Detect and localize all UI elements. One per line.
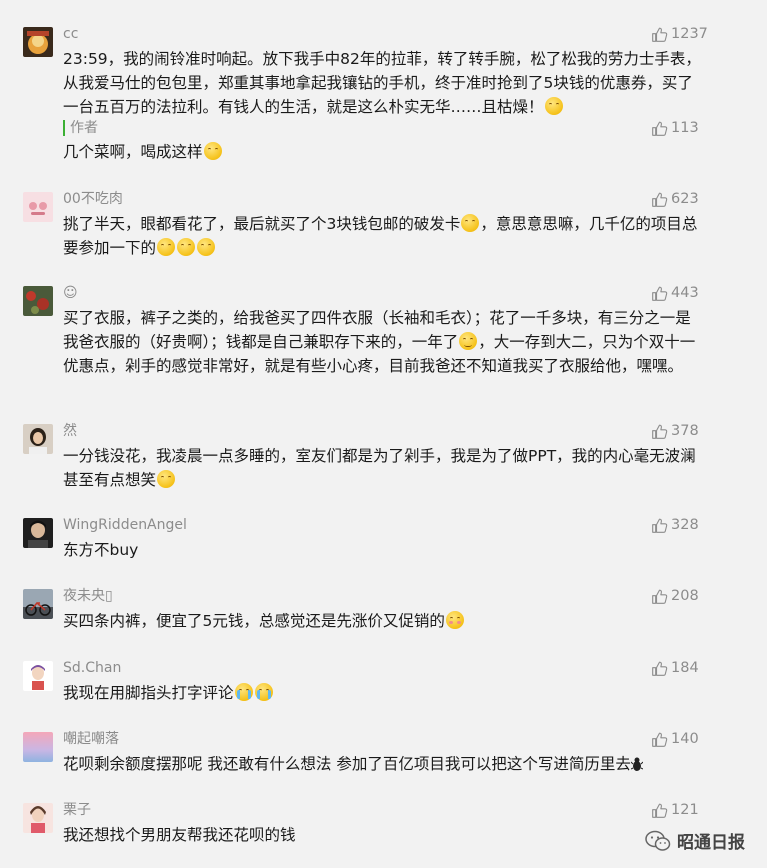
avatar-image <box>23 589 53 619</box>
commenter-name[interactable]: ☺ <box>63 283 78 303</box>
smile-emoji-icon <box>203 142 222 160</box>
wechat-icon <box>645 830 671 851</box>
like-count: 140 <box>671 731 699 747</box>
avatar[interactable] <box>23 286 53 316</box>
like-count: 623 <box>671 191 699 207</box>
comment-text: 23:59，我的闹铃准时响起。放下我手中82年的拉菲，转了转手腕，松了松我的劳力… <box>63 47 703 119</box>
comment-text-body: 我还想找个男朋友帮我还花呗的钱 <box>63 826 296 844</box>
comment-text: 东方不buy <box>63 538 703 562</box>
commenter-name[interactable]: Sd.Chan <box>63 658 121 678</box>
avatar-image <box>23 518 53 548</box>
comment-text: 我还想找个男朋友帮我还花呗的钱 <box>63 823 703 847</box>
comment-text: 买了衣服，裤子之类的，给我爸买了四件衣服（长袖和毛衣）；花了一千多块，有三分之一… <box>63 306 703 378</box>
thumbs-up-icon <box>651 26 668 43</box>
bug-emoji-icon <box>630 757 643 771</box>
thumbs-up-icon <box>651 423 668 440</box>
comment-text: 挑了半天，眼都看花了，最后就买了个3块钱包邮的破发卡 ，意思意思嘛，几千亿的项目总… <box>63 212 703 260</box>
author-label: 作者 <box>63 120 98 136</box>
like-count: 184 <box>671 660 699 676</box>
comment-text: 花呗剩余额度摆那呢 我还敢有什么想法 参加了百亿项目我可以把这个写进简历里去 <box>63 752 703 776</box>
comment-text: 买四条内裤，便宜了5元钱，总感觉还是先涨价又促销的 <box>63 609 703 633</box>
like-button[interactable]: 121 <box>651 800 699 820</box>
thumbs-up-icon <box>651 285 668 302</box>
avatar-image <box>23 661 53 691</box>
like-button[interactable]: 1237 <box>651 24 708 44</box>
comment-text: 我现在用脚指头打字评论 <box>63 681 703 705</box>
thumbs-up-icon <box>651 731 668 748</box>
comment-text-body: 挑了半天，眼都看花了，最后就买了个3块钱包邮的破发卡 <box>63 215 461 233</box>
like-count: 1237 <box>671 26 708 42</box>
like-count: 378 <box>671 423 699 439</box>
avatar[interactable] <box>23 661 53 691</box>
comment-text: 一分钱没花，我凌晨一点多睡的，室友们都是为了剁手，我是为了做PPT，我的内心毫无… <box>63 444 703 492</box>
blush-emoji-icon <box>445 611 464 629</box>
smile-emoji-icon <box>461 214 480 232</box>
avatar-image <box>23 192 53 222</box>
smile-emoji-icon <box>177 238 196 256</box>
like-button[interactable]: 623 <box>651 189 699 209</box>
avatar[interactable] <box>23 518 53 548</box>
avatar[interactable] <box>23 27 53 57</box>
commenter-name[interactable]: 嘲起嘲落 <box>63 729 119 749</box>
like-count: 113 <box>671 120 699 136</box>
smile-emoji-icon <box>157 470 176 488</box>
avatar[interactable] <box>23 192 53 222</box>
comment-text-body: 花呗剩余额度摆那呢 我还敢有什么想法 <box>63 755 332 773</box>
smile-emoji-icon <box>157 238 176 256</box>
like-button[interactable]: 328 <box>651 515 699 535</box>
thumbs-up-icon <box>651 802 668 819</box>
avatar[interactable] <box>23 589 53 619</box>
like-count: 208 <box>671 588 699 604</box>
thumbs-up-icon <box>651 517 668 534</box>
like-button[interactable]: 184 <box>651 658 699 678</box>
avatar-image <box>23 424 53 454</box>
thumbs-up-icon <box>651 191 668 208</box>
comment-text-body: 买四条内裤，便宜了5元钱，总感觉还是先涨价又促销的 <box>63 612 445 630</box>
reply-text: 几个菜啊，喝成这样 <box>63 140 223 164</box>
comment-text-body: 东方不buy <box>63 541 139 559</box>
like-count: 328 <box>671 517 699 533</box>
like-button[interactable]: 140 <box>651 729 699 749</box>
avatar[interactable] <box>23 732 53 762</box>
dizzy-emoji-icon <box>459 332 478 350</box>
avatar[interactable] <box>23 424 53 454</box>
reply-like-button[interactable]: 113 <box>651 118 699 138</box>
comment-list: cc 1237 23:59，我的闹铃准时响起。放下我手中82年的拉菲，转了转手腕… <box>0 0 767 868</box>
avatar-image <box>23 286 53 316</box>
avatar[interactable] <box>23 803 53 833</box>
comment-text-body: 23:59，我的闹铃准时响起。放下我手中82年的拉菲，转了转手腕，松了松我的劳力… <box>63 50 701 116</box>
like-button[interactable]: 378 <box>651 421 699 441</box>
avatar-image <box>23 803 53 833</box>
commenter-name[interactable]: 00不吃肉 <box>63 189 123 209</box>
crying-emoji-icon <box>234 683 253 701</box>
avatar-image <box>23 732 53 762</box>
commenter-name[interactable]: 夜未央▯ <box>63 586 113 606</box>
smile-emoji-icon <box>197 238 216 256</box>
comment-text-body: 我现在用脚指头打字评论 <box>63 684 234 702</box>
thumbs-up-icon <box>651 588 668 605</box>
watermark-text: 昭通日报 <box>677 833 745 853</box>
like-button[interactable]: 208 <box>651 586 699 606</box>
thumbs-up-icon <box>651 660 668 677</box>
like-count: 121 <box>671 802 699 818</box>
thumbs-up-icon <box>651 120 668 137</box>
watermark: 昭通日报 <box>645 828 745 853</box>
reply-text-body: 几个菜啊，喝成这样 <box>63 143 203 161</box>
commenter-name[interactable]: 然 <box>63 421 77 441</box>
commenter-name[interactable]: 栗子 <box>63 800 91 820</box>
commenter-name[interactable]: cc <box>63 24 78 44</box>
crying-emoji-icon <box>254 683 273 701</box>
comment-text-body: 参加了百亿项目我可以把这个写进简历里去 <box>331 755 631 773</box>
like-count: 443 <box>671 285 699 301</box>
avatar-image <box>23 27 53 57</box>
like-button[interactable]: 443 <box>651 283 699 303</box>
smile-emoji-icon <box>544 97 563 115</box>
commenter-name[interactable]: WingRiddenAngel <box>63 515 187 535</box>
